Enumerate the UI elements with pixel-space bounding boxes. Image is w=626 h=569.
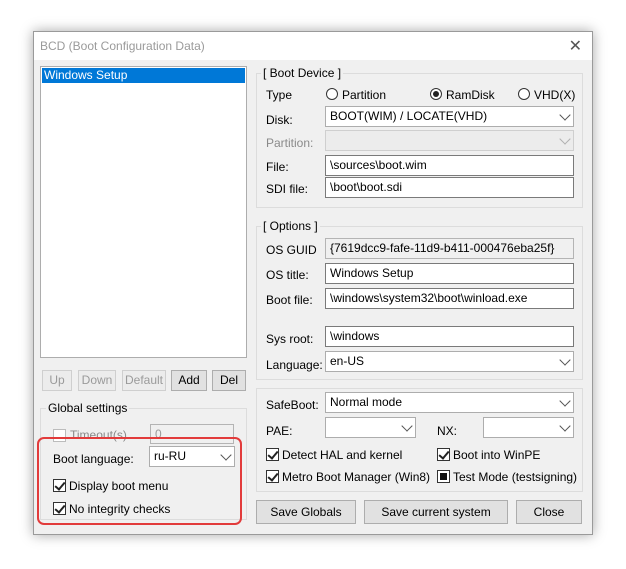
nx-select[interactable] <box>483 417 574 438</box>
detect-hal-checkbox[interactable] <box>266 448 279 461</box>
pae-select[interactable] <box>325 417 416 438</box>
up-button[interactable]: Up <box>42 370 72 391</box>
boot-file-label: Boot file: <box>266 293 313 307</box>
safeboot-label: SafeBoot: <box>266 398 319 412</box>
partition-radio[interactable] <box>326 88 338 100</box>
list-item[interactable]: Windows Setup <box>42 68 245 83</box>
global-settings-label: Global settings <box>46 401 130 415</box>
close-button[interactable]: Close <box>516 500 582 524</box>
os-guid-field[interactable]: {7619dcc9-fafe-11d9-b411-000476eba25f} <box>325 238 574 259</box>
type-label: Type <box>266 88 293 102</box>
os-title-label: OS title: <box>266 268 309 282</box>
os-title-field[interactable]: Windows Setup <box>325 263 574 284</box>
detect-hal-label: Detect HAL and kernel <box>282 448 403 462</box>
down-button[interactable]: Down <box>78 370 116 391</box>
sys-root-label: Sys root: <box>266 332 314 346</box>
save-current-system-button[interactable]: Save current system <box>364 500 508 524</box>
boot-entry-list[interactable]: Windows Setup <box>40 66 247 358</box>
sys-root-field[interactable]: \windows <box>325 326 574 347</box>
ramdisk-radio-label: RamDisk <box>446 88 495 102</box>
partition-label: Partition: <box>266 136 314 150</box>
language-label: Language: <box>266 358 323 372</box>
disk-select[interactable]: BOOT(WIM) / LOCATE(VHD) <box>325 106 574 127</box>
sdi-file-label: SDI file: <box>266 182 309 196</box>
file-label: File: <box>266 160 289 174</box>
add-button[interactable]: Add <box>171 370 207 391</box>
boot-winpe-checkbox[interactable] <box>437 448 450 461</box>
boot-file-field[interactable]: \windows\system32\boot\winload.exe <box>325 288 574 309</box>
title-bar: BCD (Boot Configuration Data) ✕ <box>34 32 592 60</box>
partition-select[interactable] <box>325 130 574 151</box>
test-mode-checkbox[interactable] <box>437 470 450 483</box>
chevron-down-icon <box>559 108 571 121</box>
test-mode-label: Test Mode (testsigning) <box>453 470 578 484</box>
language-select[interactable]: en-US <box>325 351 574 372</box>
pae-label: PAE: <box>266 424 293 438</box>
sdi-file-field[interactable]: \boot\boot.sdi <box>325 177 574 198</box>
disk-label: Disk: <box>266 113 293 127</box>
boot-device-label: [ Boot Device ] <box>261 66 344 80</box>
ramdisk-radio[interactable] <box>430 88 442 100</box>
del-button[interactable]: Del <box>212 370 246 391</box>
safeboot-value: Normal mode <box>330 395 403 409</box>
options-label: [ Options ] <box>261 219 320 233</box>
close-icon[interactable]: ✕ <box>569 36 582 56</box>
file-field[interactable]: \sources\boot.wim <box>325 155 574 176</box>
window-title: BCD (Boot Configuration Data) <box>40 39 205 53</box>
chevron-down-icon <box>559 132 571 145</box>
metro-boot-checkbox[interactable] <box>266 470 279 483</box>
boot-winpe-label: Boot into WinPE <box>453 448 541 462</box>
vhd-radio[interactable] <box>518 88 530 100</box>
language-value: en-US <box>330 354 365 368</box>
partition-radio-label: Partition <box>342 88 387 102</box>
safeboot-select[interactable]: Normal mode <box>325 392 574 413</box>
chevron-down-icon <box>401 419 413 432</box>
disk-value: BOOT(WIM) / LOCATE(VHD) <box>330 109 488 123</box>
default-button[interactable]: Default <box>122 370 166 391</box>
metro-boot-label: Metro Boot Manager (Win8) <box>282 470 431 484</box>
highlight-frame <box>37 437 242 525</box>
chevron-down-icon <box>559 419 571 432</box>
os-guid-label: OS GUID <box>266 243 317 257</box>
save-globals-button[interactable]: Save Globals <box>256 500 356 524</box>
chevron-down-icon <box>559 353 571 366</box>
vhd-radio-label: VHD(X) <box>534 88 576 102</box>
chevron-down-icon <box>559 394 571 407</box>
nx-label: NX: <box>437 424 458 438</box>
